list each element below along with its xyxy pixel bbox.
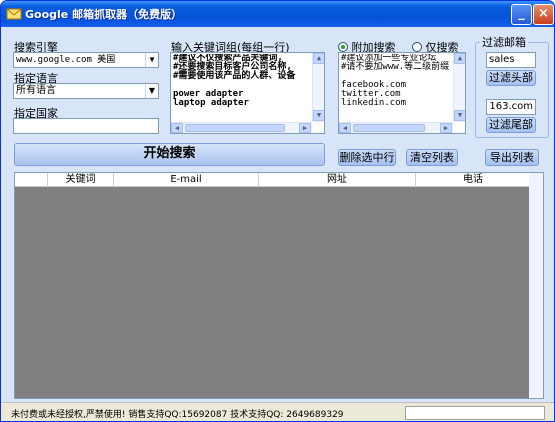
filter-tail-input[interactable]: 163.com bbox=[486, 99, 536, 115]
arrow-up-icon[interactable]: ▲ bbox=[454, 53, 465, 64]
column-header-phone[interactable]: 电话 bbox=[416, 173, 530, 187]
start-search-button[interactable]: 开始搜索 bbox=[14, 143, 325, 166]
radio-only-dot[interactable] bbox=[412, 42, 422, 52]
column-header-url[interactable]: 网址 bbox=[259, 173, 416, 187]
arrow-right-icon[interactable]: ▶ bbox=[440, 123, 452, 133]
search-engine-value: www.google.com 美国 bbox=[16, 55, 116, 65]
arrow-up-icon[interactable]: ▲ bbox=[313, 53, 324, 64]
delete-selected-button[interactable]: 删除选中行 bbox=[338, 149, 396, 166]
status-bar: 未付费或未经授权,严禁使用! 销售支持QQ:15692087 技术支持QQ: 2… bbox=[1, 402, 554, 421]
language-select[interactable]: 所有语言 ▼ bbox=[13, 83, 159, 99]
filter-head-input[interactable]: sales bbox=[486, 52, 536, 68]
results-vscroll[interactable] bbox=[529, 173, 543, 398]
arrow-left-icon[interactable]: ◀ bbox=[339, 123, 351, 133]
search-engine-select[interactable]: www.google.com 美国 ▼ bbox=[13, 52, 159, 68]
filter-tail-button[interactable]: 过滤尾部 bbox=[486, 117, 536, 133]
clear-list-button[interactable]: 清空列表 bbox=[406, 149, 458, 166]
sites-text: #建议添加一些专业论坛 #请不要加www.等二级前缀 facebook.com … bbox=[341, 54, 450, 108]
keywords-vscroll[interactable]: ▲ ▼ bbox=[312, 53, 324, 122]
arrow-down-icon[interactable]: ▼ bbox=[313, 110, 324, 121]
chevron-down-icon[interactable]: ▼ bbox=[145, 84, 158, 98]
minimize-button[interactable]: _ bbox=[511, 4, 532, 25]
close-button[interactable]: × bbox=[533, 4, 554, 25]
envelope-icon bbox=[6, 8, 22, 20]
column-header-index[interactable] bbox=[15, 173, 48, 187]
sites-vscroll[interactable]: ▲ ▼ bbox=[453, 53, 465, 122]
arrow-left-icon[interactable]: ◀ bbox=[171, 123, 183, 133]
results-table[interactable]: 关键词 E-mail 网址 电话 bbox=[14, 172, 544, 399]
column-header-email[interactable]: E-mail bbox=[114, 173, 259, 187]
filter-group-title: 过滤邮箱 bbox=[480, 34, 528, 50]
keywords-textarea[interactable]: #建议不仅搜索产品关键词, #还要搜索目标客户公司名称, #需要使用该产品的人群… bbox=[170, 52, 325, 134]
progress-panel bbox=[405, 406, 545, 420]
export-list-button[interactable]: 导出列表 bbox=[485, 149, 539, 166]
radio-append-dot[interactable] bbox=[338, 42, 348, 52]
keywords-text: #建议不仅搜索产品关键词, #还要搜索目标客户公司名称, #需要使用该产品的人群… bbox=[173, 54, 296, 108]
chevron-down-icon[interactable]: ▼ bbox=[145, 53, 158, 67]
keywords-hscroll-thumb[interactable] bbox=[185, 124, 285, 132]
results-header: 关键词 E-mail 网址 电话 bbox=[15, 173, 530, 187]
country-input[interactable] bbox=[13, 118, 159, 134]
window-title: Google 邮箱抓取器（免费版） bbox=[25, 8, 183, 21]
sites-hscroll-thumb[interactable] bbox=[353, 124, 425, 132]
keywords-hscroll[interactable]: ◀ ▶ bbox=[171, 122, 312, 133]
status-text: 未付费或未经授权,严禁使用! 销售支持QQ:15692087 技术支持QQ: 2… bbox=[11, 410, 344, 420]
sites-hscroll[interactable]: ◀ ▶ bbox=[339, 122, 453, 133]
filter-head-button[interactable]: 过滤头部 bbox=[486, 70, 536, 86]
app-window: Google 邮箱抓取器（免费版） _ × 搜索引擎 www.google.co… bbox=[0, 0, 555, 422]
arrow-down-icon[interactable]: ▼ bbox=[454, 110, 465, 121]
sites-textarea[interactable]: #建议添加一些专业论坛 #请不要加www.等二级前缀 facebook.com … bbox=[338, 52, 466, 134]
arrow-right-icon[interactable]: ▶ bbox=[299, 123, 311, 133]
column-header-keyword[interactable]: 关键词 bbox=[48, 173, 114, 187]
language-value: 所有语言 bbox=[16, 85, 56, 96]
title-bar[interactable]: Google 邮箱抓取器（免费版） _ × bbox=[1, 1, 554, 27]
